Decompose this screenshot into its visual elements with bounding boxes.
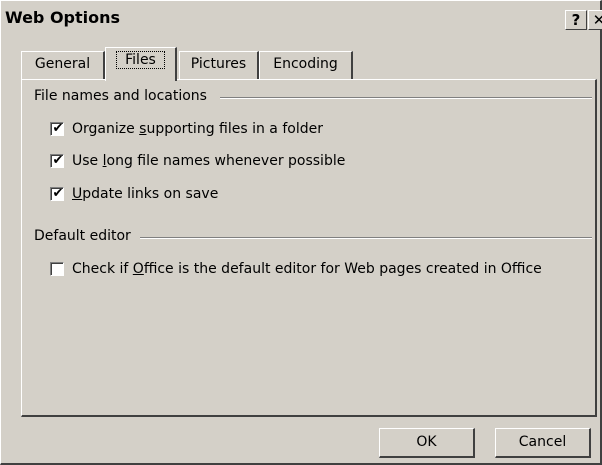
update-links-checkbox[interactable]: ✔ xyxy=(50,186,64,201)
group-file-names-label: File names and locations xyxy=(34,88,207,104)
help-button[interactable]: ? xyxy=(565,10,587,30)
title-bar: Web Options ? ✕ xyxy=(3,3,602,33)
office-default-editor-option[interactable]: Check if Office is the default editor fo… xyxy=(50,260,542,278)
update-links-option[interactable]: ✔ Update links on save xyxy=(50,185,218,203)
tab-files-label: Files xyxy=(116,51,165,69)
tab-files[interactable]: Files xyxy=(105,47,177,81)
ok-button[interactable]: OK xyxy=(379,428,475,458)
close-icon: ✕ xyxy=(592,11,602,29)
option-label: Update links on save xyxy=(72,186,219,202)
checkmark-icon: ✔ xyxy=(52,186,64,201)
organize-supporting-files-checkbox[interactable]: ✔ xyxy=(50,121,64,136)
files-tab-panel: File names and locations ✔ Organize supp… xyxy=(21,79,597,417)
tab-encoding[interactable]: Encoding xyxy=(259,51,353,79)
group-divider xyxy=(140,237,592,239)
window-title: Web Options xyxy=(5,8,121,27)
option-label: Check if Office is the default editor fo… xyxy=(72,261,542,277)
help-icon: ? xyxy=(571,11,581,29)
cancel-button[interactable]: Cancel xyxy=(495,428,591,458)
office-default-editor-checkbox[interactable] xyxy=(50,262,64,276)
organize-supporting-files-option[interactable]: ✔ Organize supporting files in a folder xyxy=(50,120,323,138)
option-label: Organize supporting files in a folder xyxy=(72,121,323,137)
web-options-dialog: Web Options ? ✕ General Files Pictures E… xyxy=(0,0,602,465)
group-default-editor-label: Default editor xyxy=(34,228,131,244)
checkmark-icon: ✔ xyxy=(52,153,64,168)
tab-pictures[interactable]: Pictures xyxy=(179,51,259,79)
long-file-names-checkbox[interactable]: ✔ xyxy=(50,153,64,168)
long-file-names-option[interactable]: ✔ Use long file names whenever possible xyxy=(50,152,345,170)
group-divider xyxy=(220,97,592,99)
checkmark-icon: ✔ xyxy=(52,121,64,136)
close-button[interactable]: ✕ xyxy=(588,10,602,30)
option-label: Use long file names whenever possible xyxy=(72,153,346,169)
tab-general[interactable]: General xyxy=(21,51,105,79)
